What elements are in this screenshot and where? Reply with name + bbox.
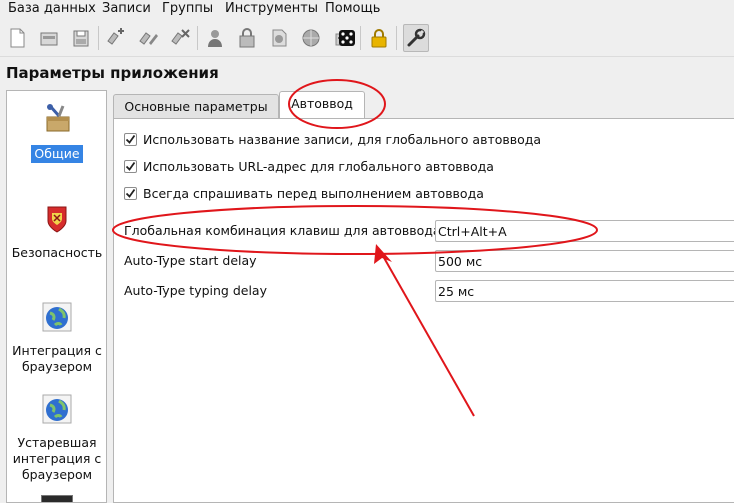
tab-panel-autotype: Использовать название записи, для глобал… bbox=[113, 118, 734, 503]
open-url-icon[interactable] bbox=[298, 24, 324, 52]
security-shield-icon bbox=[47, 206, 67, 233]
toolbar-separator bbox=[360, 26, 361, 50]
checkmark-icon bbox=[125, 134, 136, 144]
use-url-label: Использовать URL-адрес для глобального а… bbox=[143, 158, 494, 174]
use-url-checkbox[interactable] bbox=[124, 159, 137, 173]
page-title: Параметры приложения bbox=[6, 64, 219, 82]
toolbar-separator bbox=[396, 26, 397, 50]
menu-groups[interactable]: Группы bbox=[162, 1, 213, 16]
settings-sidebar: Общие Безопасность Интеграция с браузеро… bbox=[6, 90, 107, 503]
delete-entry-icon[interactable] bbox=[167, 24, 193, 52]
start-delay-spinbox[interactable] bbox=[435, 250, 734, 272]
sidebar-item-general[interactable]: Общие bbox=[7, 103, 106, 163]
copy-password-icon[interactable] bbox=[234, 24, 260, 52]
settings-wrench-icon[interactable] bbox=[403, 24, 429, 52]
global-shortcut-input[interactable] bbox=[435, 220, 734, 242]
typing-delay-spinbox[interactable] bbox=[435, 280, 734, 302]
general-settings-icon bbox=[46, 104, 70, 132]
sidebar-item-browser-integration[interactable]: Интеграция с браузером bbox=[7, 301, 106, 375]
tab-general-parameters[interactable]: Основные параметры bbox=[113, 94, 279, 119]
field-row-global-shortcut: Глобальная комбинация клавиш для автовво… bbox=[124, 220, 734, 242]
sidebar-label-legacy-browser-integration: Устаревшая интеграция с браузером bbox=[12, 435, 102, 482]
checkmark-icon bbox=[125, 188, 136, 198]
field-row-start-delay: Auto-Type start delay bbox=[124, 250, 734, 272]
sidebar-label-security: Безопасность bbox=[11, 245, 103, 260]
terminal-icon bbox=[41, 495, 73, 502]
menu-bar: База данных Записи Группы Инструменты По… bbox=[0, 0, 734, 19]
open-database-icon[interactable] bbox=[36, 24, 62, 52]
save-database-icon[interactable] bbox=[68, 24, 94, 52]
use-title-checkbox[interactable] bbox=[124, 132, 137, 146]
toolbar-separator bbox=[98, 26, 99, 50]
use-title-label: Использовать название записи, для глобал… bbox=[143, 131, 542, 147]
sidebar-label-general: Общие bbox=[31, 145, 83, 163]
checkbox-row-use-url[interactable]: Использовать URL-адрес для глобального а… bbox=[124, 157, 494, 175]
sidebar-item-security[interactable]: Безопасность bbox=[7, 203, 106, 261]
globe-icon bbox=[42, 302, 72, 332]
edit-entry-icon[interactable] bbox=[135, 24, 161, 52]
checkbox-row-use-title[interactable]: Использовать название записи, для глобал… bbox=[124, 130, 541, 148]
copy-url-icon[interactable] bbox=[266, 24, 292, 52]
start-delay-label: Auto-Type start delay bbox=[124, 253, 257, 268]
menu-entries[interactable]: Записи bbox=[102, 1, 151, 16]
sidebar-label-browser-integration: Интеграция с браузером bbox=[12, 343, 102, 374]
field-row-typing-delay: Auto-Type typing delay bbox=[124, 280, 734, 302]
password-generator-icon[interactable] bbox=[334, 24, 360, 52]
menu-help[interactable]: Помощь bbox=[325, 1, 380, 16]
tab-autotype[interactable]: Автоввод bbox=[279, 91, 365, 119]
checkmark-icon bbox=[125, 161, 136, 171]
toolbar-separator bbox=[197, 26, 198, 50]
lock-database-icon[interactable] bbox=[366, 24, 392, 52]
menu-tools[interactable]: Инструменты bbox=[225, 1, 318, 16]
always-ask-label: Всегда спрашивать перед выполнением авто… bbox=[143, 185, 484, 201]
checkbox-row-always-ask[interactable]: Всегда спрашивать перед выполнением авто… bbox=[124, 184, 484, 202]
typing-delay-label: Auto-Type typing delay bbox=[124, 283, 267, 298]
sidebar-item-legacy-browser-integration[interactable]: Устаревшая интеграция с браузером bbox=[7, 393, 106, 483]
globe-icon bbox=[42, 394, 72, 424]
new-database-icon[interactable] bbox=[4, 24, 30, 52]
always-ask-checkbox[interactable] bbox=[124, 186, 137, 200]
global-shortcut-label: Глобальная комбинация клавиш для автовво… bbox=[124, 223, 441, 238]
menu-database[interactable]: База данных bbox=[8, 1, 96, 16]
tab-bar: Основные параметры Автоввод bbox=[113, 90, 734, 119]
add-entry-icon[interactable] bbox=[103, 24, 129, 52]
toolbar bbox=[0, 19, 734, 57]
copy-username-icon[interactable] bbox=[202, 24, 228, 52]
